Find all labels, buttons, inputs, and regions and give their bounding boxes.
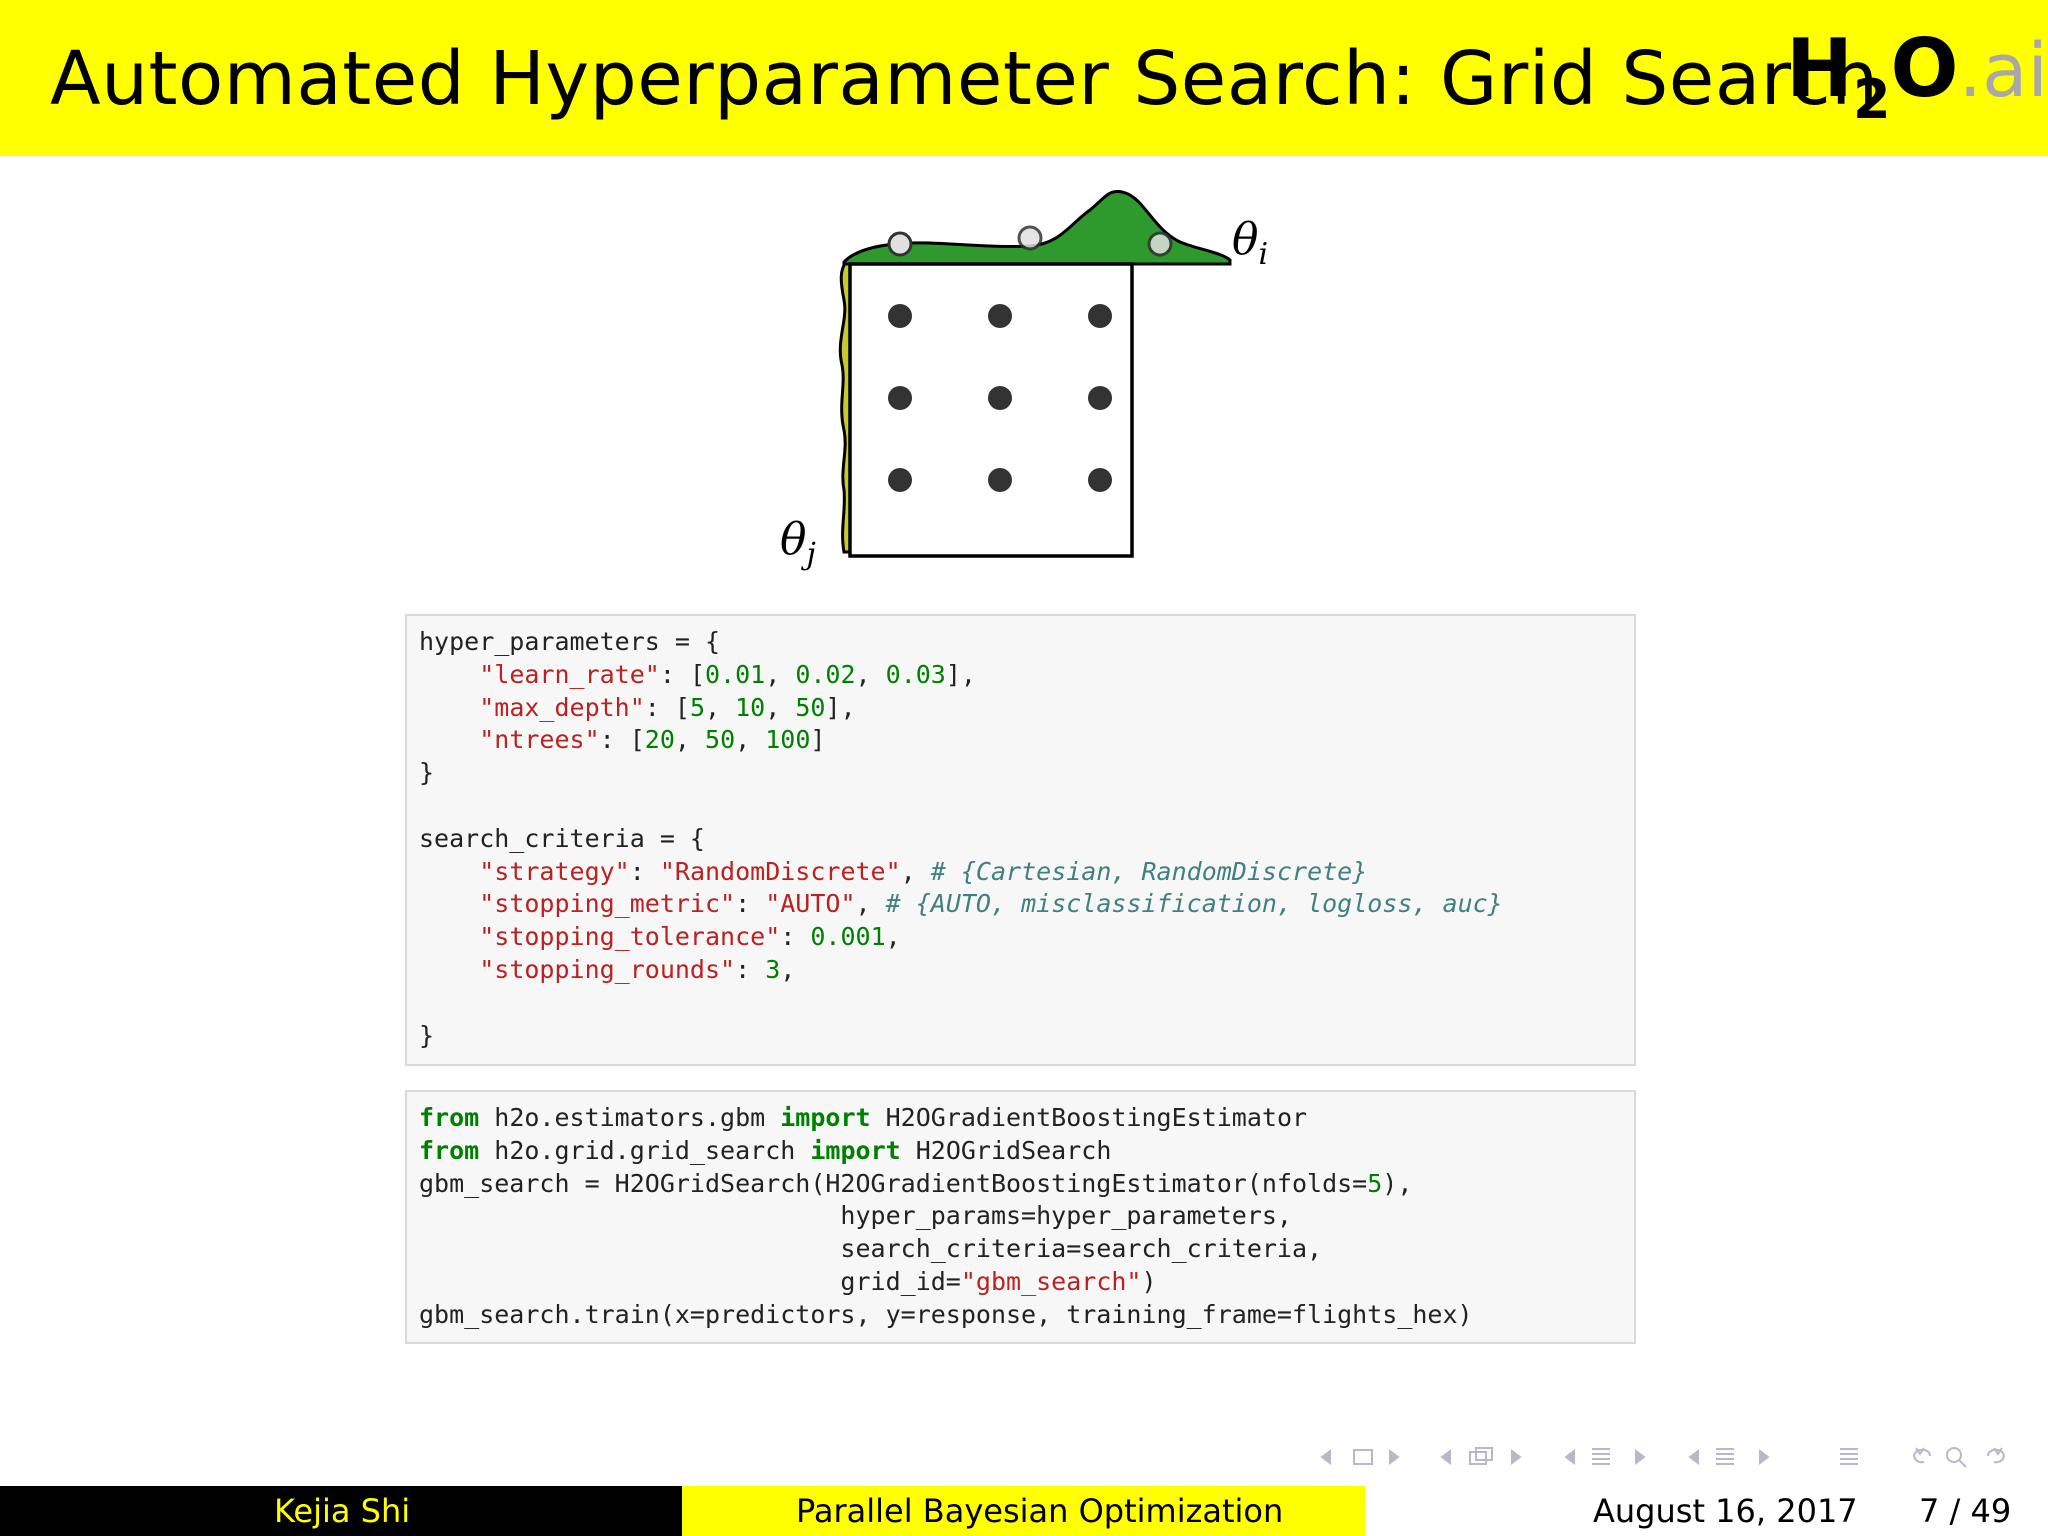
grid-search-diagram: θi θj — [780, 189, 1268, 572]
nav-subsection-prev-icon[interactable] — [1440, 1449, 1451, 1465]
code-line: } — [419, 758, 435, 788]
code-line: "stopping_rounds": 3, — [479, 954, 796, 984]
code-line: "ntrees": [20, 50, 100] — [479, 725, 826, 755]
grid-point — [988, 304, 1012, 328]
footer-page-number: 7 / 49 — [1919, 1492, 2012, 1530]
code-line: search_criteria=search_criteria, — [419, 1234, 1323, 1264]
grid-search-code-block: from h2o.estimators.gbm import H2OGradie… — [405, 1090, 1636, 1344]
grid-point — [1088, 304, 1112, 328]
nav-frame-prev-icon[interactable] — [1320, 1449, 1331, 1465]
slide-title: Automated Hyperparameter Search: Grid Se… — [50, 36, 1879, 122]
nav-section-next-icon[interactable] — [1635, 1449, 1646, 1465]
footer-talk-title: Parallel Bayesian Optimization — [796, 1492, 1284, 1530]
nav-redo-icon[interactable] — [1987, 1447, 2005, 1464]
grid-point — [988, 386, 1012, 410]
code-line: search_criteria = { — [419, 823, 705, 853]
code-line: hyper_params=hyper_parameters, — [419, 1201, 1292, 1231]
slide-header: Automated Hyperparameter Search: Grid Se… — [0, 0, 2048, 156]
code-line: hyper_parameters = { — [419, 627, 721, 656]
nav-frame-icon[interactable] — [1353, 1449, 1373, 1465]
grid-point — [1088, 468, 1112, 492]
grid-point — [888, 468, 912, 492]
code-line: grid_id="gbm_search") — [419, 1266, 1157, 1296]
h2o-ai-logo: H2O.ai — [1786, 22, 2048, 131]
footer-author-panel: Kejia Shi — [0, 1486, 682, 1536]
code-line: from h2o.estimators.gbm import H2OGradie… — [419, 1103, 1308, 1132]
nav-section-icon[interactable] — [1592, 1448, 1610, 1465]
hyperparameter-code-block: hyper_parameters = { "learn_rate": [0.01… — [405, 614, 1636, 1066]
nav-section-prev-icon[interactable] — [1564, 1449, 1575, 1465]
nav-frame-next-icon[interactable] — [1389, 1449, 1400, 1465]
grid-point — [888, 386, 912, 410]
nav-undo-icon[interactable] — [1913, 1447, 1931, 1464]
code-line: "learn_rate": [0.01, 0.02, 0.03], — [479, 659, 976, 689]
code-line: "strategy": "RandomDiscrete", # {Cartesi… — [479, 856, 1368, 886]
nav-subsection-icon[interactable] — [1469, 1447, 1493, 1465]
theta-i-label: θi — [1232, 214, 1268, 272]
grid-point — [888, 304, 912, 328]
nav-doc-prev-icon[interactable] — [1688, 1449, 1699, 1465]
nav-subsection-next-icon[interactable] — [1511, 1449, 1522, 1465]
beamer-navigation-bar — [1320, 1447, 2005, 1468]
nav-appendix-icon[interactable] — [1840, 1448, 1858, 1465]
code-line: from h2o.grid.grid_search import H2OGrid… — [419, 1135, 1112, 1165]
footer-date-panel: August 16, 2017 7 / 49 — [1365, 1486, 2048, 1536]
projection-point — [1147, 231, 1173, 257]
code-line: } — [419, 1020, 435, 1050]
grid-point — [1088, 386, 1112, 410]
code-line: gbm_search = H2OGridSearch(H2OGradientBo… — [419, 1168, 1413, 1198]
code-line: "stopping_metric": "AUTO", # {AUTO, misc… — [479, 889, 1503, 919]
footer-author: Kejia Shi — [274, 1492, 411, 1530]
theta-j-label: θj — [780, 514, 816, 572]
projection-point — [1017, 225, 1043, 251]
footer-title-panel: Parallel Bayesian Optimization — [682, 1486, 1365, 1536]
projection-point — [887, 231, 913, 257]
slide-footer: Kejia Shi Parallel Bayesian Optimization… — [0, 1486, 2048, 1536]
nav-doc-next-icon[interactable] — [1759, 1449, 1770, 1465]
code-line: "stopping_tolerance": 0.001, — [479, 922, 901, 952]
footer-date: August 16, 2017 — [1593, 1492, 1858, 1530]
grid-point — [988, 468, 1012, 492]
code-line: "max_depth": [5, 10, 50], — [479, 692, 856, 722]
code-line: gbm_search.train(x=predictors, y=respons… — [419, 1299, 1473, 1329]
search-icon[interactable] — [1946, 1447, 1967, 1468]
nav-doc-icon[interactable] — [1716, 1448, 1734, 1465]
